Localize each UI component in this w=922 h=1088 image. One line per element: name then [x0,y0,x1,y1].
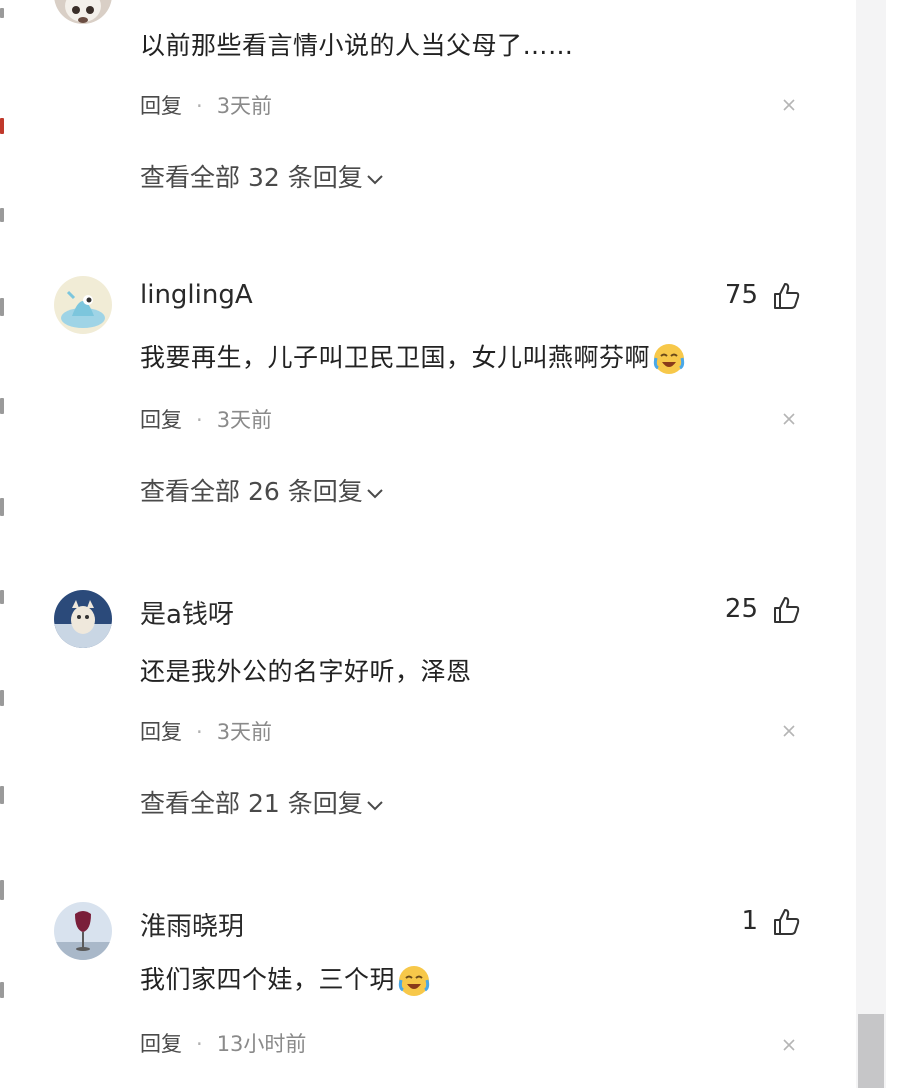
comment-time: 3天前 [216,408,273,432]
crying-laughing-emoji [653,344,685,374]
comment-text-content: 我要再生，儿子叫卫民卫国，女儿叫燕啊芬啊 [140,343,651,372]
view-replies-label: 查看全部 26 条回复 [140,477,363,506]
thumbs-up-icon[interactable] [770,594,802,626]
avatar[interactable] [54,590,112,648]
close-icon[interactable] [780,96,798,114]
comment-meta: 回复 · 3天前 [140,716,272,746]
comment-time: 13小时前 [216,1032,307,1056]
close-icon[interactable] [780,410,798,428]
edge-fragment [0,118,4,134]
left-panel-edge [0,0,8,1088]
view-all-replies-button[interactable]: 查看全部 32 条回复 [140,158,385,194]
right-margin [886,0,922,1088]
comment-meta: 回复 · 3天前 [140,90,272,120]
view-replies-label: 查看全部 21 条回复 [140,789,363,818]
comment-meta: 回复 · 13小时前 [140,1028,306,1058]
separator-dot: · [196,1032,203,1056]
separator-dot: · [196,94,203,118]
comment-time: 3天前 [216,720,273,744]
view-all-replies-button[interactable]: 查看全部 26 条回复 [140,472,385,508]
thumbs-up-icon[interactable] [770,906,802,938]
reply-button[interactable]: 回复 [140,1032,182,1056]
username[interactable]: 淮雨晓玥 [140,906,244,943]
comment-list-page: 以前那些看言情小说的人当父母了…… 回复 · 3天前 查看全部 32 条回复 lin… [0,0,922,1088]
reply-button[interactable]: 回复 [140,408,182,432]
edge-fragment [0,880,4,900]
scrollbar-thumb[interactable] [858,1014,884,1088]
username[interactable]: linglingA [140,280,253,310]
like-count: 1 [741,906,758,936]
comment-meta: 回复 · 3天前 [140,404,272,434]
reply-button[interactable]: 回复 [140,720,182,744]
comment-text-content: 我们家四个娃，三个玥 [140,965,396,994]
view-replies-label: 查看全部 32 条回复 [140,163,363,192]
close-icon[interactable] [780,722,798,740]
comment-text: 还是我外公的名字好听，泽恩 [140,657,472,686]
reply-button[interactable]: 回复 [140,94,182,118]
like-count: 25 [724,594,758,624]
avatar[interactable] [54,276,112,334]
like-count: 75 [724,280,758,310]
thumbs-up-icon[interactable] [770,280,802,312]
edge-fragment [0,498,4,516]
crying-laughing-emoji [398,966,430,996]
edge-fragment [0,590,4,604]
username[interactable]: 是a钱呀 [140,594,234,631]
separator-dot: · [196,408,203,432]
comment-time: 3天前 [216,94,273,118]
close-icon[interactable] [780,1036,798,1054]
edge-fragment [0,690,4,706]
chevron-down-icon [367,175,383,185]
avatar[interactable] [54,0,112,24]
edge-fragment [0,208,4,222]
scrollbar-track[interactable] [856,0,886,1088]
avatar[interactable] [54,902,112,960]
edge-fragment [0,398,4,414]
comment-text: 以前那些看言情小说的人当父母了…… [140,31,574,60]
chevron-down-icon [367,801,383,811]
view-all-replies-button[interactable]: 查看全部 21 条回复 [140,784,385,820]
separator-dot: · [196,720,203,744]
edge-fragment [0,298,4,316]
comment-text: 我们家四个娃，三个玥 [140,960,431,998]
chevron-down-icon [367,489,383,499]
edge-fragment [0,786,4,804]
edge-fragment [0,982,4,998]
comment-text: 我要再生，儿子叫卫民卫国，女儿叫燕啊芬啊 [140,338,686,376]
edge-fragment [0,8,4,18]
